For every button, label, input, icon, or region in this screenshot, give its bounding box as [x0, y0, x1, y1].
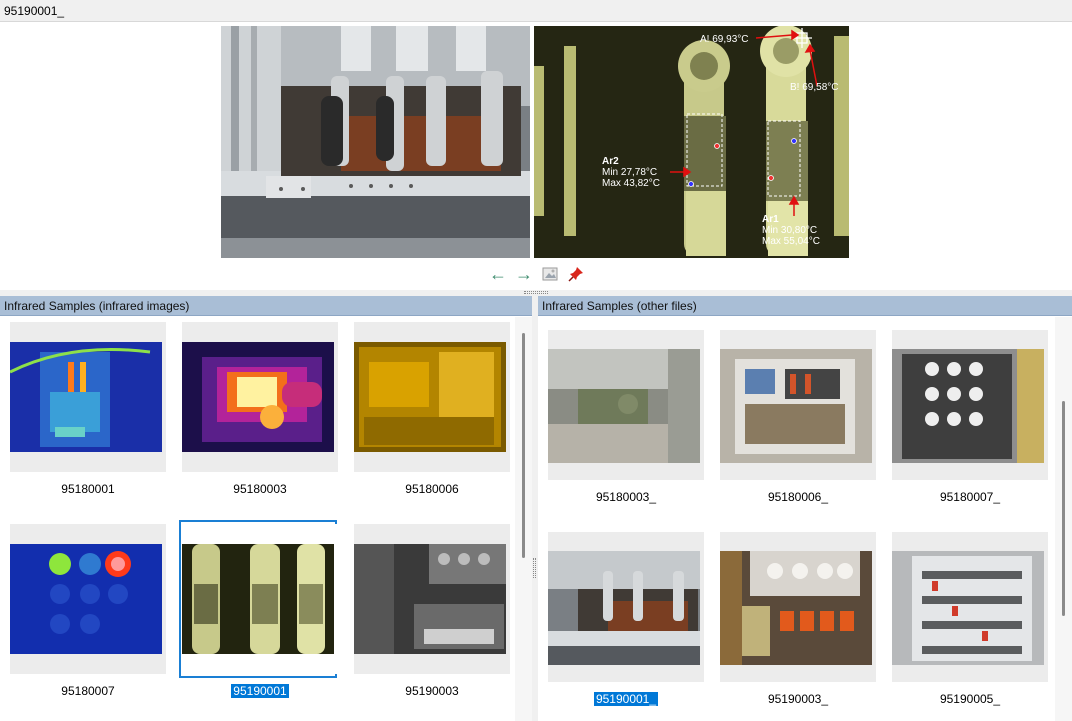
preview-area: A! 69,93°C B! 69,58°C Ar2 Min 27,78°C Ma…	[0, 22, 1072, 290]
window-title: 95190001_	[4, 4, 65, 18]
left-scrollbar-thumb[interactable]	[522, 333, 525, 558]
thumbnail-image	[182, 342, 334, 452]
image-icon[interactable]	[540, 264, 560, 284]
thumbnail-label: 95180003_	[595, 490, 657, 504]
arrow-left-icon[interactable]: ←	[488, 264, 508, 284]
thermal-label-ar1-min: Min 30,80°C	[762, 225, 818, 236]
thumbnail-label: 95180006	[405, 482, 459, 496]
pin-icon[interactable]	[566, 264, 586, 284]
thumbnail-label: 95180001	[61, 482, 115, 496]
thermal-label-ar1-max: Max 55,04°C	[762, 236, 820, 247]
thumbnail-label: 95190001_	[593, 692, 659, 706]
thumbnail-image	[548, 551, 700, 665]
arrow-right-icon[interactable]: →	[514, 264, 534, 284]
title-bar: 95190001_	[0, 0, 1072, 22]
splitter-grip	[524, 291, 548, 294]
thumbnail-label: 95180007_	[939, 490, 1001, 504]
thumbnail-image	[720, 349, 872, 463]
infrared-images-header: Infrared Samples (infrared images)	[0, 296, 532, 316]
thumbnail-image	[10, 544, 162, 654]
thermal-label-ar2-max: Max 43,82°C	[602, 178, 660, 189]
other-files-header: Infrared Samples (other files)	[538, 296, 1072, 316]
thermal-label-ar2-min: Min 27,78°C	[602, 167, 658, 178]
visual-photo[interactable]	[221, 26, 530, 258]
thumbnail-label: 95190005_	[939, 692, 1001, 706]
other-files-panel: Infrared Samples (other files) 95180003_	[538, 296, 1072, 721]
thumbnail-image	[354, 544, 506, 654]
vertical-splitter-grip	[533, 558, 536, 578]
thermal-image-render	[534, 26, 849, 258]
right-scrollbar[interactable]	[1055, 317, 1072, 721]
thumbnail-image	[182, 544, 334, 654]
thumbnail-image	[354, 342, 506, 452]
thumbnail-label: 95190003	[405, 684, 459, 698]
thumbnail-label: 95180007	[61, 684, 115, 698]
thermal-label-b: B! 69,58°C	[790, 82, 839, 93]
preview-toolbar: ← →	[488, 264, 586, 284]
thermal-label-ar1-name: Ar1	[762, 214, 779, 225]
thumbnail-image	[10, 342, 162, 452]
thumbnail-image	[720, 551, 872, 665]
left-scrollbar[interactable]	[515, 317, 532, 721]
thumbnail-image	[892, 349, 1044, 463]
thumbnail-label: 95180006_	[767, 490, 829, 504]
thumbnail-image	[892, 551, 1044, 665]
thermal-label-a: A! 69,93°C	[700, 34, 749, 45]
thermal-label-ar2-name: Ar2	[602, 156, 619, 167]
infrared-images-panel: Infrared Samples (infrared images) 95180…	[0, 296, 532, 721]
thumbnail-label: 95190001	[231, 684, 289, 698]
visual-photo-image	[221, 26, 530, 258]
thumbnail-image	[548, 349, 700, 463]
right-scrollbar-thumb[interactable]	[1062, 401, 1065, 616]
thermal-image[interactable]: A! 69,93°C B! 69,58°C Ar2 Min 27,78°C Ma…	[534, 26, 849, 258]
thumbnail-label: 95190003_	[767, 692, 829, 706]
thumbnail-label: 95180003	[233, 482, 287, 496]
